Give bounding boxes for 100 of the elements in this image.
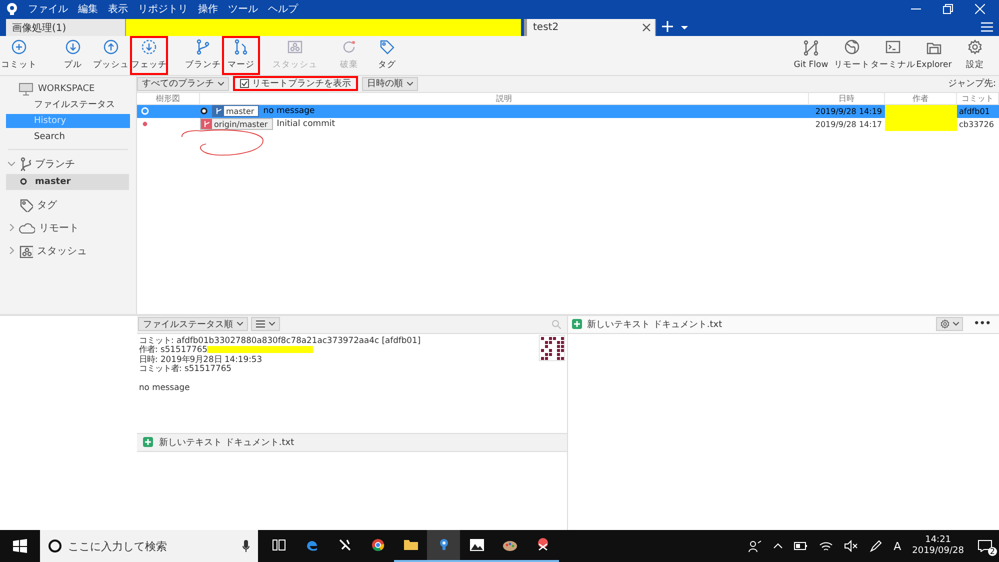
chevron-icon[interactable]	[8, 247, 15, 254]
search-field[interactable]: ここに入力して検索	[40, 530, 258, 562]
file-name: 新しいテキスト ドキュメント.txt	[587, 318, 722, 331]
column-header[interactable]: 樹形図	[137, 92, 200, 104]
monitor-icon	[18, 82, 34, 96]
commit-row[interactable]: origin/master Initial commit 2019/9/28 14:17 cb33726	[137, 118, 999, 131]
globe-icon	[844, 38, 860, 55]
commit-date: 2019/9/28 14:19	[814, 106, 883, 118]
commit-message: Initial commit	[276, 119, 336, 130]
toolbar-button[interactable]: タグ	[368, 36, 406, 75]
toolbar-button[interactable]: プッシュ	[92, 36, 130, 75]
column-header[interactable]: 作者	[885, 92, 957, 104]
menu-item[interactable]: ファイル	[28, 2, 68, 16]
branch-icon	[195, 38, 211, 55]
sidebar-section[interactable]: ブランチ	[35, 156, 75, 171]
restore-icon[interactable]	[943, 4, 953, 14]
graph-node-icon	[141, 107, 149, 116]
microphone-icon[interactable]	[242, 540, 250, 552]
toolbar-button[interactable]: Explorer	[914, 36, 954, 75]
checkbox[interactable]	[240, 79, 249, 88]
tab[interactable]: test2	[524, 19, 656, 36]
column-header[interactable]: 説明	[200, 92, 809, 104]
chevron-up-icon[interactable]	[772, 542, 783, 550]
caret-icon	[237, 322, 243, 326]
sidebar-item[interactable]: ファイルステータス	[6, 98, 130, 112]
detail-line: 日時: 2019年9月28日 14:19:53	[139, 354, 264, 364]
sidebar-section[interactable]: タグ	[37, 198, 57, 212]
branch-icon	[213, 106, 224, 116]
toolbar-button[interactable]: Git Flow	[791, 36, 831, 75]
settings-dropdown[interactable]	[936, 317, 963, 332]
undo-icon	[341, 38, 357, 55]
branch-label[interactable]: origin/master	[200, 118, 273, 130]
toolbar-button[interactable]: ターミナル	[873, 36, 913, 75]
merge-icon	[233, 38, 249, 55]
menu-item[interactable]: ツール	[228, 2, 258, 16]
settings-icon	[967, 38, 983, 55]
commit-hash: cb33726	[958, 118, 995, 131]
menu-icon[interactable]	[981, 22, 993, 32]
branch-label[interactable]: master	[212, 105, 260, 118]
tag-icon	[379, 38, 395, 55]
windows-start-icon[interactable]	[13, 539, 27, 553]
branch-icon	[201, 119, 212, 130]
stash-icon	[19, 244, 33, 258]
toolbar-button[interactable]: ブランチ	[184, 36, 222, 75]
toolbar-button[interactable]: コミット	[0, 36, 38, 75]
commit-row[interactable]: master no message 2019/9/28 14:19 afdfb01	[137, 104, 999, 118]
down-arrow-circle-icon	[65, 38, 81, 55]
search-circle-icon	[48, 539, 62, 553]
up-arrow-circle-icon	[103, 38, 119, 55]
input-method-indicator[interactable]: A	[894, 540, 902, 552]
more-button[interactable]: •••	[974, 319, 991, 330]
list-icon	[256, 320, 265, 328]
branch-icon	[19, 156, 31, 171]
sidebar-section[interactable]: リモート	[39, 220, 79, 235]
toolbar-button[interactable]: マージ	[222, 36, 260, 75]
checkbox-label[interactable]: リモートブランチを表示	[233, 76, 358, 92]
sidebar-item[interactable]: Search	[6, 130, 130, 144]
commit-message: no message	[263, 106, 315, 116]
caret-icon	[407, 82, 413, 86]
added-file-icon	[572, 319, 582, 330]
plus-circle-icon	[11, 38, 27, 55]
toolbar-button[interactable]: プル	[54, 36, 92, 75]
terminal-icon	[885, 38, 901, 55]
sort-dropdown[interactable]: ファイルステータス順	[138, 317, 248, 332]
battery-icon[interactable]	[794, 542, 808, 550]
branch-filter-dropdown[interactable]: すべてのブランチ	[137, 76, 229, 91]
avatar-icon	[539, 334, 565, 361]
view-dropdown[interactable]	[251, 317, 280, 332]
toolbar-button[interactable]: リモート	[832, 36, 872, 75]
add-tab-icon[interactable]	[662, 21, 673, 32]
commit-hash: afdfb01	[958, 106, 991, 118]
column-header[interactable]: コミット	[957, 92, 999, 104]
menu-item[interactable]: 表示	[108, 2, 128, 16]
search-placeholder: ここに入力して検索	[68, 538, 167, 554]
commit-message: no message	[139, 382, 191, 392]
stash-icon	[287, 38, 303, 55]
commit-date: 2019/9/28 14:17	[814, 118, 883, 131]
caret-icon	[952, 322, 959, 326]
menu-item[interactable]: 編集	[78, 2, 98, 16]
branch-item[interactable]: master	[6, 174, 129, 190]
sidebar-section[interactable]: スタッシュ	[37, 244, 87, 258]
chevron-icon[interactable]	[8, 160, 15, 168]
wifi-icon[interactable]	[818, 540, 833, 552]
cloud-icon	[19, 222, 35, 234]
menu-item[interactable]: ヘルプ	[268, 2, 298, 16]
people-icon[interactable]	[748, 539, 762, 553]
chevron-icon[interactable]	[8, 224, 15, 232]
notification-icon[interactable]	[978, 540, 992, 552]
tab[interactable]: 画像処理(1)	[6, 19, 126, 36]
menu-item[interactable]: リポジトリ	[138, 2, 188, 16]
close-icon[interactable]	[642, 23, 651, 32]
toolbar-button[interactable]: 設定	[955, 36, 995, 75]
menu-item[interactable]: 操作	[198, 2, 218, 16]
column-header[interactable]: 日時	[809, 92, 885, 104]
muted-speaker-icon[interactable]	[844, 540, 858, 552]
current-branch-icon	[20, 178, 27, 186]
clock[interactable]: 14:21 2019/09/28	[912, 535, 964, 557]
caret-icon	[269, 322, 275, 326]
sort-dropdown[interactable]: 日時の順	[362, 76, 418, 91]
pen-icon[interactable]	[868, 539, 883, 553]
